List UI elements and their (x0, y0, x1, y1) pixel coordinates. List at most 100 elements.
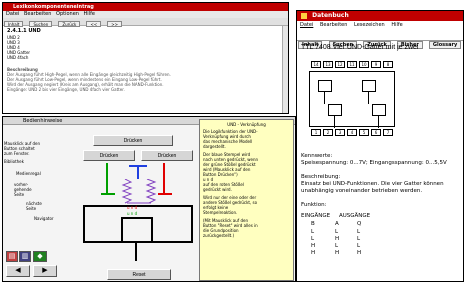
table-cell: H (311, 250, 316, 256)
arrow-left-icon: ◀ (15, 267, 21, 274)
kennwerte-label: Kennwerte: (301, 153, 333, 159)
gate-box (362, 80, 376, 92)
pin-label: 11 (347, 61, 357, 68)
pin-label: 1 (311, 129, 321, 136)
label-medienregal: Medienregal (16, 171, 41, 176)
ic-wiring (368, 92, 369, 104)
ic-body (309, 71, 395, 128)
frame-inner-right (151, 217, 153, 241)
pin-label: 2 (323, 129, 333, 136)
table-cell: L (357, 229, 361, 235)
navigator-icon[interactable]: ◆ (33, 251, 47, 262)
label-seite: Seite (14, 192, 25, 197)
pin-label: 14 (311, 61, 321, 68)
press-left-button[interactable]: Drücken (83, 150, 135, 161)
pin-label: 8 (383, 61, 393, 68)
beschreibung-text: Einsatz bei UND-Funktionen. Die vier Gat… (301, 181, 444, 187)
menu-hilfe[interactable]: Hilfe (84, 11, 95, 17)
nav-icon-row: ▤ ▥ ◆ (6, 251, 62, 263)
gate-box (328, 104, 342, 116)
lexikon-menu-bar: Datei Bearbeiten Optionen Hilfe (3, 11, 288, 18)
red-pusher-head (158, 193, 172, 195)
next-page-button[interactable]: ▶ (33, 265, 57, 277)
frame-left-post (83, 205, 85, 243)
ic-wiring (378, 116, 379, 128)
table-header-outputs: AUSGÄNGE (339, 213, 371, 219)
label-bibliothek: Bibliothek (4, 159, 24, 164)
library-icon[interactable]: ▤ (6, 251, 18, 262)
spring-left (121, 179, 133, 204)
menu-bearbeiten[interactable]: Bearbeiten (24, 11, 51, 17)
table-header-inputs: EINGÄNGE (301, 213, 331, 219)
instruction-line: zum Fenster. (4, 151, 30, 156)
table-cell: L (311, 229, 315, 235)
previous-page-button[interactable]: ◀ (6, 265, 30, 277)
ic-pinout: 14 13 12 11 10 9 8 1 2 3 4 5 6 7 (307, 61, 397, 141)
beschreibung-text: unabhängig voneinander betrieben werden. (301, 188, 423, 194)
green-pusher (106, 163, 108, 193)
toolbar-zurueck-button[interactable]: Zurück (58, 21, 81, 27)
toolbar-forward-button[interactable]: >> (107, 21, 122, 27)
help-book-icon (301, 12, 307, 19)
toolbar-inhalt-button[interactable]: Inhalt (4, 21, 24, 27)
frame-right-post (191, 205, 193, 243)
table-cell: H (311, 243, 316, 249)
toolbar-glossary-button[interactable]: Glossary (428, 41, 462, 49)
menu-bearbeiten[interactable]: Bearbeiten (320, 22, 347, 28)
menu-lesezeichen[interactable]: Lesezeichen (354, 22, 385, 28)
lexikon-content: 2.4.1.1 UND UND 2 UND 3 UND 4 UND Gatter… (3, 26, 288, 94)
reset-button[interactable]: Reset (107, 269, 171, 280)
blue-stamp (137, 167, 139, 179)
model-window-title: Bedienhinweise (23, 118, 63, 124)
funktion-label: Funktion: (301, 202, 327, 208)
menu-hilfe[interactable]: Hilfe (391, 22, 402, 28)
press-right-label: Drücken (157, 153, 177, 159)
pin-label: 12 (335, 61, 345, 68)
and-label-top: u n d (127, 205, 138, 210)
datenbuch-body: Kennwerte: Speisespannung: 0...7V; Einga… (301, 153, 461, 261)
table-cell: L (335, 243, 339, 249)
toolbar-back-button[interactable]: << (86, 21, 102, 27)
info-panel: UND - Verknüpfung Die Logikfunktion der … (199, 119, 294, 281)
datenbuch-window: Datenbuch Datei Bearbeiten Lesezeichen H… (296, 10, 464, 282)
outlet-pipe (135, 243, 137, 261)
lexikon-window: Lexikonkomponenteneintrag Datei Bearbeit… (2, 2, 289, 114)
table-cell: H (335, 236, 340, 242)
table-cell: H (357, 250, 362, 256)
menu-optionen[interactable]: Optionen (56, 11, 79, 17)
table-col-q: Q (357, 221, 362, 227)
toolbar-suchen-button[interactable]: Suchen (29, 21, 53, 27)
shelf-icon[interactable]: ▥ (19, 251, 31, 262)
label-seite-2: Seite (26, 206, 37, 211)
frame-bottom-rail (83, 241, 193, 243)
pin-label: 13 (323, 61, 333, 68)
pin-label: 5 (359, 129, 369, 136)
green-pusher-head (101, 193, 115, 195)
press-left-label: Drücken (99, 153, 119, 159)
and-label-bottom: u n d (127, 211, 138, 216)
press-top-label: Drücken (123, 138, 143, 144)
gate-box (372, 104, 386, 116)
table-col-a: A (335, 221, 339, 227)
gate-box (318, 80, 332, 92)
pin-label: 4 (347, 129, 357, 136)
pin-label: 10 (359, 61, 369, 68)
menu-datei[interactable]: Datei (6, 11, 19, 17)
truth-table: EINGÄNGE AUSGÄNGE B A Q L L L L H L H L … (301, 213, 461, 261)
info-panel-title: UND - Verknüpfung (227, 122, 266, 127)
datenbuch-toolbar: Inhalt Suchen Zurück Bisher Glossary (297, 30, 463, 49)
datenbuch-heading: TTL 7408 Vier UND-Gatter mit je zwei (301, 44, 419, 51)
ic-wiring (334, 116, 335, 128)
lexikon-line-und-4fach[interactable]: UND 4fach (7, 55, 284, 60)
info-line: zurückgestellt.) (203, 233, 235, 238)
menu-datei[interactable]: Datei (300, 22, 313, 28)
lexikon-title-bar: Lexikonkomponenteneintrag (3, 3, 288, 11)
datenbuch-window-title: Datenbuch (312, 12, 349, 19)
table-col-b: B (311, 221, 315, 227)
table-cell: L (357, 243, 361, 249)
press-top-button[interactable]: Drücken (93, 135, 173, 146)
beschreibung-label: Beschreibung: (301, 174, 341, 180)
pin-label: 7 (383, 129, 393, 136)
lexikon-scrollbar[interactable] (282, 26, 288, 113)
press-right-button[interactable]: Drücken (141, 150, 193, 161)
